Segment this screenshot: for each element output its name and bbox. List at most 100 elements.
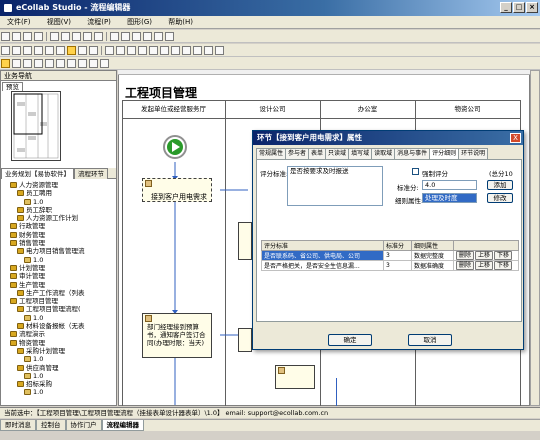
select-icon[interactable] bbox=[1, 59, 10, 68]
row-down-button[interactable]: 下移 bbox=[494, 251, 513, 260]
align-bottom-icon[interactable] bbox=[160, 46, 169, 55]
menu-help[interactable]: 帮助(H) bbox=[161, 16, 200, 29]
curve-icon[interactable] bbox=[67, 59, 76, 68]
tab-console[interactable]: 控制台 bbox=[36, 420, 66, 431]
start-node[interactable] bbox=[163, 135, 187, 159]
tab-form[interactable]: 表单 bbox=[308, 148, 327, 159]
tree-item[interactable]: 财务管理 bbox=[3, 231, 115, 239]
flow-node-partial[interactable] bbox=[238, 222, 252, 260]
node-icon[interactable] bbox=[12, 59, 21, 68]
table-icon[interactable] bbox=[121, 32, 130, 41]
tree-item[interactable]: 流程演示 bbox=[3, 330, 115, 338]
tab-general[interactable]: 常规属性 bbox=[256, 148, 287, 159]
flow-node-manager-contract[interactable]: 部门经理接到预算书，通知客户签订合同(办理时限：当天) bbox=[142, 313, 212, 358]
zoom-page-icon[interactable] bbox=[56, 46, 65, 55]
tree-item[interactable]: 生产工作流程（列表 bbox=[3, 289, 115, 297]
print-icon[interactable] bbox=[94, 32, 103, 41]
align-center-icon[interactable] bbox=[116, 46, 125, 55]
save-icon[interactable] bbox=[23, 32, 32, 41]
row-up-button[interactable]: 上移 bbox=[475, 261, 494, 270]
add-button[interactable]: 添加 bbox=[487, 180, 513, 190]
same-size-icon[interactable] bbox=[193, 46, 202, 55]
table-row[interactable]: 是否严格把关，是否安全生信息漏... 3 数据准确度 删除 上移 下移 bbox=[261, 260, 519, 271]
connector-icon[interactable] bbox=[23, 59, 32, 68]
save-all-icon[interactable] bbox=[34, 32, 43, 41]
table-row[interactable]: 是否联系码、省公司、供电局、公司 3 数据完整度 删除 上移 下移 bbox=[261, 250, 519, 261]
tree-item[interactable]: 生产管理 bbox=[3, 281, 115, 289]
tab-messages[interactable]: 消息与事件 bbox=[394, 148, 431, 159]
tree-item[interactable]: 1.0 bbox=[3, 256, 115, 264]
start-icon[interactable] bbox=[78, 59, 87, 68]
menu-shape[interactable]: 图形(G) bbox=[120, 16, 159, 29]
align-top-icon[interactable] bbox=[138, 46, 147, 55]
grid-icon[interactable] bbox=[110, 32, 119, 41]
sub-process-icon[interactable] bbox=[100, 59, 109, 68]
image-icon[interactable] bbox=[143, 32, 152, 41]
maximize-button[interactable]: □ bbox=[513, 2, 525, 13]
lane-icon[interactable] bbox=[34, 59, 43, 68]
ok-button[interactable]: 确定 bbox=[328, 334, 372, 346]
menu-view[interactable]: 视图(V) bbox=[40, 16, 78, 29]
highlight-icon[interactable] bbox=[67, 46, 76, 55]
redo-icon[interactable] bbox=[12, 46, 21, 55]
tree-item[interactable]: 1.0 bbox=[3, 314, 115, 322]
open-icon[interactable] bbox=[12, 32, 21, 41]
tree-item[interactable]: 工程项目管理流程( bbox=[3, 305, 115, 313]
tree-item[interactable]: 电力项目销售管理流 bbox=[3, 247, 115, 255]
eval-textarea[interactable]: 是否按要求及时报送 bbox=[287, 166, 383, 206]
detail-attr-select[interactable]: 处理及时度 bbox=[422, 193, 477, 203]
tree-item[interactable]: 物资管理 bbox=[3, 339, 115, 347]
zoom-out-icon[interactable] bbox=[34, 46, 43, 55]
row-delete-button[interactable]: 删除 bbox=[456, 251, 475, 260]
tab-portal[interactable]: 协作门户 bbox=[65, 420, 102, 431]
tab-flow-editor[interactable]: 流程编辑器 bbox=[101, 420, 144, 431]
zoom-fit-icon[interactable] bbox=[45, 46, 54, 55]
tree-item[interactable]: 行政管理 bbox=[3, 222, 115, 230]
tree-item[interactable]: 1.0 bbox=[3, 355, 115, 363]
cancel-button[interactable]: 取消 bbox=[408, 334, 452, 346]
window-icon[interactable] bbox=[132, 32, 141, 41]
tree-item[interactable]: 1.0 bbox=[3, 198, 115, 206]
dialog-close-button[interactable]: X bbox=[510, 133, 521, 143]
delete-icon[interactable] bbox=[83, 32, 92, 41]
tree-item[interactable]: 1.0 bbox=[3, 372, 115, 380]
tree-item[interactable]: 采购计划管理 bbox=[3, 347, 115, 355]
align-middle-icon[interactable] bbox=[149, 46, 158, 55]
check-icon[interactable] bbox=[154, 32, 163, 41]
flow-node-partial[interactable] bbox=[238, 328, 252, 352]
tab-notes[interactable]: 环节说明 bbox=[458, 148, 489, 159]
flow-node-partial[interactable] bbox=[275, 365, 315, 389]
pen-icon[interactable] bbox=[45, 59, 54, 68]
align-left-icon[interactable] bbox=[105, 46, 114, 55]
cut-icon[interactable] bbox=[50, 32, 59, 41]
minimize-button[interactable]: _ bbox=[500, 2, 512, 13]
row-down-button[interactable]: 下移 bbox=[494, 261, 513, 270]
text-icon[interactable] bbox=[89, 46, 98, 55]
tab-readonly[interactable]: 只读域 bbox=[325, 148, 350, 159]
tree-item[interactable]: 招标采购 bbox=[3, 380, 115, 388]
close-window-button[interactable]: × bbox=[526, 2, 538, 13]
same-width-icon[interactable] bbox=[171, 46, 180, 55]
row-up-button[interactable]: 上移 bbox=[475, 251, 494, 260]
tab-read[interactable]: 读取域 bbox=[371, 148, 396, 159]
tab-instant-message[interactable]: 即时消息 bbox=[0, 420, 36, 431]
row-delete-button[interactable]: 删除 bbox=[456, 261, 475, 270]
new-icon[interactable] bbox=[1, 32, 10, 41]
strict-checkbox[interactable] bbox=[412, 168, 419, 175]
close-icon[interactable] bbox=[165, 32, 174, 41]
paste-icon[interactable] bbox=[72, 32, 81, 41]
tree-item[interactable]: 员工辞职 bbox=[3, 206, 115, 214]
menu-process[interactable]: 流程(P) bbox=[80, 16, 118, 29]
menu-file[interactable]: 文件(F) bbox=[0, 16, 38, 29]
tree-item[interactable]: 1.0 bbox=[3, 388, 115, 396]
space-v-icon[interactable] bbox=[215, 46, 224, 55]
tab-process-steps[interactable]: 流程环节 bbox=[74, 168, 108, 179]
tree-item[interactable]: 审计管理 bbox=[3, 272, 115, 280]
tab-preview[interactable]: 预览 bbox=[2, 82, 23, 91]
line-icon[interactable] bbox=[56, 59, 65, 68]
tab-fill[interactable]: 填写域 bbox=[348, 148, 373, 159]
same-height-icon[interactable] bbox=[182, 46, 191, 55]
undo-icon[interactable] bbox=[1, 46, 10, 55]
zoom-in-icon[interactable] bbox=[23, 46, 32, 55]
std-score-input[interactable]: 4.0 bbox=[422, 180, 477, 190]
